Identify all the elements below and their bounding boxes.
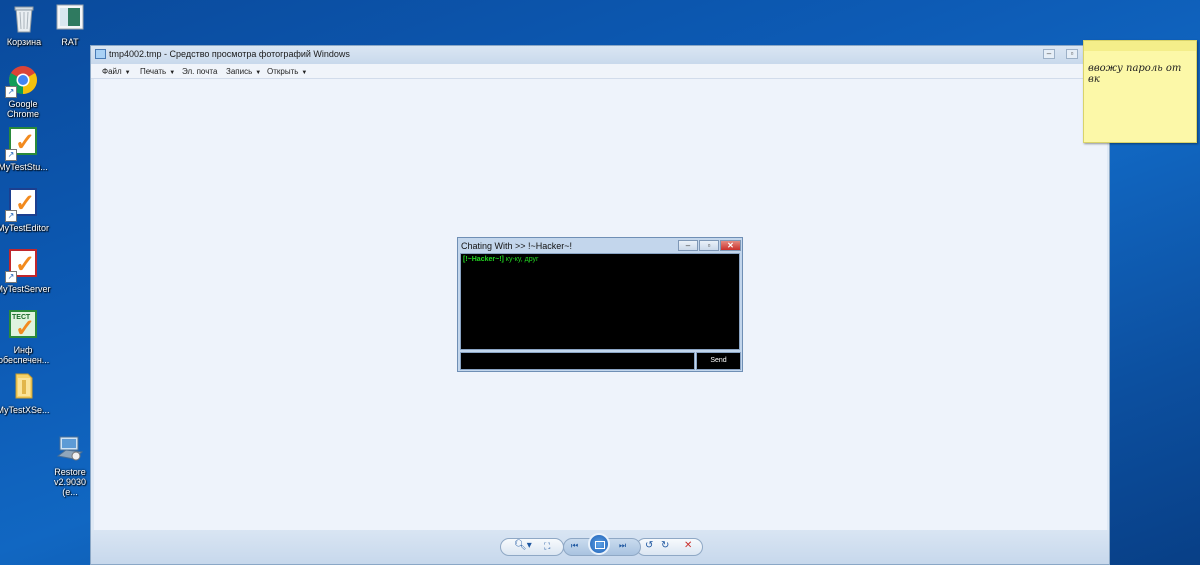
shortcut-arrow-icon: ↗	[5, 149, 17, 161]
next-icon[interactable]: ⏭	[619, 539, 626, 553]
chat-window-title: Chating With >> !~Hacker~!	[461, 241, 573, 251]
previous-icon[interactable]: ⏮	[571, 539, 578, 553]
desktop-icon-label: MyTestServer	[0, 284, 51, 294]
chrome-icon: ↗	[5, 64, 39, 98]
delete-icon[interactable]: ✕	[684, 539, 692, 553]
menu-burn[interactable]: Запись ▼	[226, 67, 261, 76]
menu-email[interactable]: Эл. почта	[182, 67, 217, 76]
desktop-icon-mytestxserver[interactable]: MyTestXSe...	[0, 370, 53, 415]
desktop-icon-label: MyTestXSe...	[0, 405, 50, 415]
actual-size-icon[interactable]: ⛶	[544, 539, 550, 553]
window-title: tmp4002.tmp - Средство просмотра фотогра…	[109, 49, 350, 59]
desktop-icon-mytest-server[interactable]: ✓ ↗ MyTestServer	[0, 247, 53, 294]
desktop-icon-mytest-editor[interactable]: ✓ ↗ MyTestEditor	[0, 186, 53, 233]
menu-label: Запись	[226, 67, 253, 76]
chat-message-text: ку-ку, друг	[503, 256, 539, 263]
chevron-down-icon: ▼	[169, 70, 176, 76]
chat-log: [!~Hacker~!] ку-ку, друг	[460, 253, 740, 350]
shortcut-arrow-icon: ↗	[5, 271, 17, 283]
desktop-icon-label: Инф обеспечен...	[0, 345, 50, 365]
menu-open[interactable]: Открыть ▼	[267, 67, 307, 76]
desktop-icon-google-chrome[interactable]: ↗ Google Chrome	[0, 64, 53, 119]
desktop-icon-rat[interactable]: RAT	[40, 2, 100, 47]
menu-label: Открыть	[267, 67, 299, 76]
window-titlebar[interactable]: tmp4002.tmp - Средство просмотра фотогра…	[91, 46, 1109, 64]
rotate-right-icon[interactable]: ↻	[661, 539, 669, 553]
chat-message-sender: [!~Hacker~!]	[463, 256, 504, 263]
shortcut-arrow-icon: ↗	[5, 210, 17, 222]
desktop-icon-label: Google Chrome	[6, 99, 39, 119]
chat-maximize-button[interactable]: ▫	[699, 240, 719, 251]
sticky-note-header[interactable]	[1084, 41, 1196, 51]
zoom-icon[interactable]: 🔍︎▾	[514, 539, 532, 553]
chevron-down-icon: ▼	[124, 70, 131, 76]
menu-label: Печать	[140, 67, 167, 76]
send-button[interactable]: Send	[696, 352, 741, 370]
viewer-toolbar: 🔍︎▾ ⛶ ⏮ ⏭ ↺ ↻ ✕	[91, 530, 1109, 564]
sticky-note-text[interactable]: ввожу пароль от вк	[1088, 63, 1196, 85]
maximize-button[interactable]: ▫	[1066, 49, 1078, 59]
chevron-down-icon: ▼	[255, 70, 262, 76]
desktop-icon-mytest-student[interactable]: ✓ ↗ MyTestStu...	[0, 125, 53, 172]
desktop-icon-label: Restore v2.9030 (e...	[53, 467, 87, 497]
toolbar-pill-left	[500, 538, 564, 556]
folder-icon	[7, 370, 39, 402]
desktop-icon-label: MyTestEditor	[0, 223, 49, 233]
mytest-editor-icon: ✓ ↗	[5, 188, 39, 222]
mytest-server-icon: ✓ ↗	[5, 249, 39, 283]
menu-file[interactable]: Файл ▼	[102, 67, 131, 76]
chat-minimize-button[interactable]: –	[678, 240, 698, 251]
chat-message-input[interactable]	[460, 352, 695, 370]
mytest-student-icon: ✓ ↗	[5, 127, 39, 161]
menu-print[interactable]: Печать ▼	[140, 67, 175, 76]
restore-computer-icon	[54, 432, 86, 464]
chat-close-button[interactable]: ✕	[720, 240, 741, 251]
chat-window: Chating With >> !~Hacker~! – ▫ ✕ [!~Hack…	[457, 237, 743, 372]
recycle-bin-icon	[8, 2, 40, 34]
chevron-down-icon: ▼	[301, 70, 308, 76]
minimize-button[interactable]: –	[1043, 49, 1055, 59]
slideshow-icon[interactable]	[588, 533, 610, 555]
desktop-icon-inf[interactable]: ТЕСТ ✓ Инф обеспечен...	[0, 308, 53, 365]
sticky-note[interactable]: ввожу пароль от вк	[1083, 40, 1197, 143]
menu-label: Файл	[102, 67, 122, 76]
shortcut-arrow-icon: ↗	[5, 86, 17, 98]
menu-bar: Файл ▼ Печать ▼ Эл. почта Запись ▼ Открыть ▼	[91, 64, 1109, 79]
rotate-left-icon[interactable]: ↺	[645, 539, 653, 553]
photo-viewer-app-icon	[95, 49, 106, 59]
menu-label: Эл. почта	[182, 67, 218, 76]
desktop-icon-label: MyTestStu...	[0, 162, 48, 172]
test-icon: ТЕСТ ✓	[7, 310, 39, 342]
rat-file-icon	[54, 2, 86, 34]
